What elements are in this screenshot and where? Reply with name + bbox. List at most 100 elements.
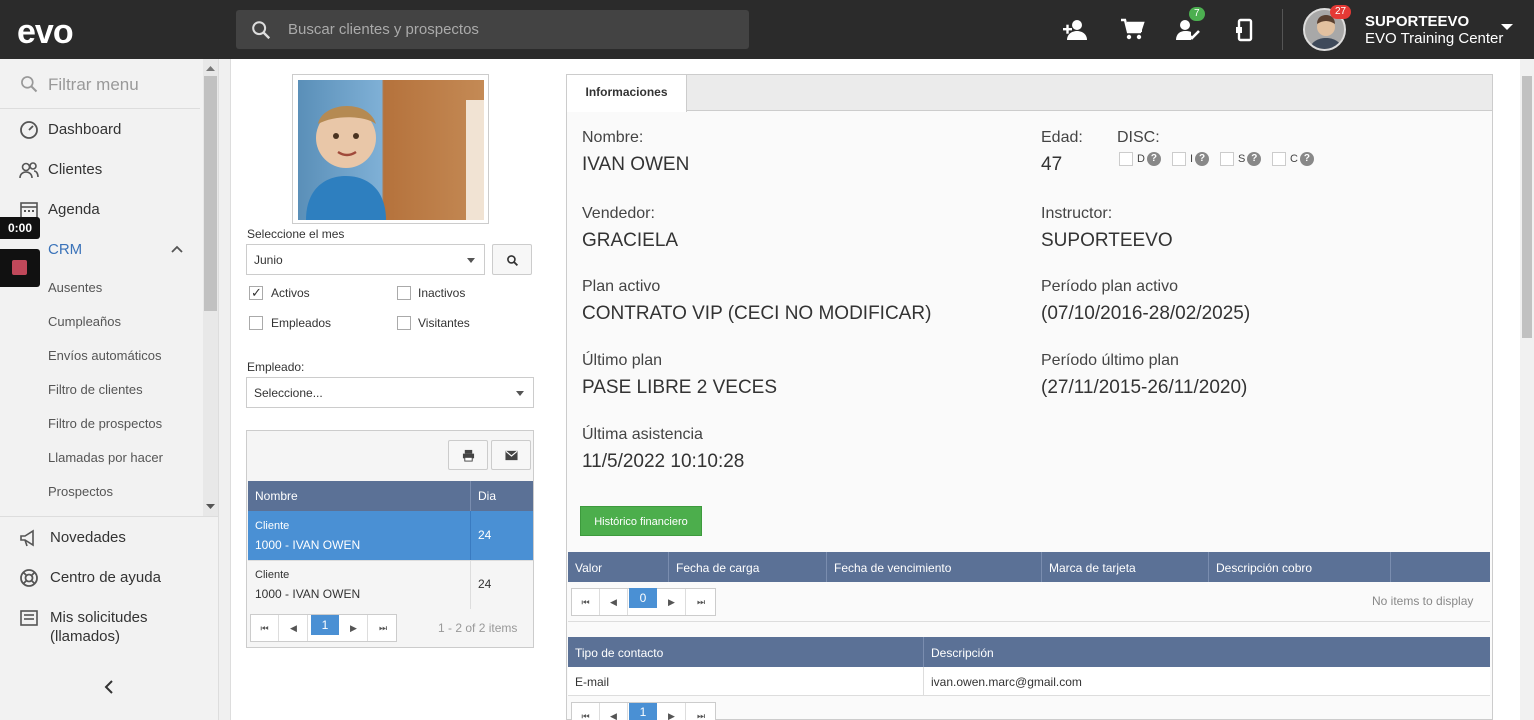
table-row[interactable]: Cliente 1000 - IVAN OWEN 24 bbox=[248, 511, 533, 560]
row-day: 24 bbox=[478, 528, 492, 542]
next-page-icon[interactable]: ▶ bbox=[340, 615, 368, 641]
first-page-icon[interactable]: ⏮ bbox=[251, 615, 279, 641]
stop-recording-button[interactable] bbox=[0, 249, 40, 287]
chevron-down-icon[interactable] bbox=[1501, 24, 1513, 30]
table-row[interactable]: E-mail ivan.owen.marc@gmail.com bbox=[568, 667, 1490, 696]
col-fecha-carga[interactable]: Fecha de carga bbox=[676, 561, 759, 575]
menu-filter[interactable]: Filtrar menu bbox=[0, 59, 200, 109]
cart-icon[interactable] bbox=[1119, 17, 1145, 43]
col-tipo-contacto[interactable]: Tipo de contacto bbox=[575, 646, 663, 660]
user-company[interactable]: EVO Training Center bbox=[1365, 30, 1503, 47]
contact-table-header: Tipo de contacto Descripción bbox=[568, 637, 1490, 667]
sidebar-item-label: Centro de ayuda bbox=[50, 569, 161, 586]
crm-sub-cumpleanos[interactable]: Cumpleaños bbox=[48, 314, 121, 329]
help-icon[interactable]: ? bbox=[1299, 152, 1314, 166]
sidebar-item-clientes[interactable]: Clientes bbox=[0, 150, 203, 190]
crm-sub-ausentes[interactable]: Ausentes bbox=[48, 280, 102, 295]
historico-financiero-button[interactable]: Histórico financiero bbox=[580, 506, 702, 536]
nombre-value: IVAN OWEN bbox=[582, 154, 690, 175]
crm-sub-filtro-prospectos[interactable]: Filtro de prospectos bbox=[48, 416, 162, 431]
activos-checkbox[interactable] bbox=[249, 285, 263, 301]
tab-informaciones[interactable]: Informaciones bbox=[567, 75, 687, 112]
prev-page-icon[interactable]: ◀ bbox=[600, 703, 628, 720]
empleados-checkbox[interactable] bbox=[249, 316, 263, 330]
plan-label: Plan activo bbox=[582, 278, 661, 295]
avatar-badge: 27 bbox=[1330, 5, 1352, 19]
inactivos-checkbox[interactable] bbox=[397, 286, 411, 300]
page-scroll-thumb[interactable] bbox=[1522, 76, 1532, 338]
col-nombre[interactable]: Nombre bbox=[255, 489, 298, 503]
disc-d-checkbox[interactable] bbox=[1119, 152, 1133, 166]
search-input[interactable]: Buscar clientes y prospectos bbox=[288, 21, 479, 38]
search-month-button[interactable] bbox=[492, 244, 532, 275]
disc-c-checkbox[interactable] bbox=[1272, 152, 1286, 166]
tasks-badge: 7 bbox=[1189, 7, 1205, 21]
last-page-icon[interactable]: ⏭ bbox=[369, 615, 397, 641]
sidebar-scroll-thumb[interactable] bbox=[204, 76, 217, 311]
row-day: 24 bbox=[478, 577, 492, 591]
megaphone-icon bbox=[20, 529, 34, 547]
crm-sub-llamadas[interactable]: Llamadas por hacer bbox=[48, 450, 163, 465]
collapse-sidebar-icon[interactable] bbox=[104, 680, 114, 694]
divider bbox=[826, 552, 827, 582]
empleado-value: Seleccione... bbox=[254, 386, 323, 400]
visitantes-checkbox[interactable] bbox=[397, 316, 411, 330]
disc-s[interactable]: S? bbox=[1220, 152, 1262, 166]
device-icon[interactable] bbox=[1232, 17, 1258, 43]
dashboard-icon bbox=[20, 121, 38, 139]
evo-logo[interactable]: evo bbox=[17, 13, 74, 52]
add-person-icon[interactable] bbox=[1062, 17, 1088, 43]
print-button[interactable] bbox=[448, 440, 488, 470]
last-page-icon[interactable]: ⏭ bbox=[687, 589, 715, 615]
prev-page-icon[interactable]: ◀ bbox=[600, 589, 628, 615]
current-page[interactable]: 1 bbox=[629, 703, 657, 720]
divider bbox=[923, 667, 924, 696]
next-page-icon[interactable]: ▶ bbox=[658, 703, 686, 720]
search-box[interactable]: Buscar clientes y prospectos bbox=[236, 10, 749, 49]
disc-i-checkbox[interactable] bbox=[1172, 152, 1186, 166]
disc-d[interactable]: D? bbox=[1119, 152, 1161, 166]
disc-s-checkbox[interactable] bbox=[1220, 152, 1234, 166]
sidebar-item-solicitudes[interactable]: Mis solicitudes (llamados) bbox=[0, 598, 218, 648]
last-page-icon[interactable]: ⏭ bbox=[687, 703, 715, 720]
chevron-up-icon[interactable] bbox=[171, 245, 183, 253]
sidebar-item-label: Dashboard bbox=[48, 121, 122, 138]
periodo-label: Período plan activo bbox=[1041, 278, 1178, 295]
photo-subject bbox=[306, 100, 484, 220]
user-name[interactable]: SUPORTEEVO bbox=[1365, 13, 1469, 30]
scroll-up-icon[interactable] bbox=[206, 65, 215, 71]
col-valor[interactable]: Valor bbox=[575, 561, 602, 575]
first-page-icon[interactable]: ⏮ bbox=[572, 703, 600, 720]
disc-c[interactable]: C? bbox=[1272, 152, 1314, 166]
instructor-value: SUPORTEEVO bbox=[1041, 230, 1173, 251]
divider bbox=[470, 481, 471, 511]
col-marca-tarjeta[interactable]: Marca de tarjeta bbox=[1049, 561, 1136, 575]
current-page[interactable]: 0 bbox=[629, 588, 657, 608]
sidebar-item-ayuda[interactable]: Centro de ayuda bbox=[0, 558, 218, 598]
col-descripcion[interactable]: Descripción bbox=[931, 646, 994, 660]
scroll-down-icon[interactable] bbox=[206, 504, 215, 510]
crm-sub-prospectos[interactable]: Prospectos bbox=[48, 484, 113, 499]
email-button[interactable] bbox=[491, 440, 531, 470]
disc-i[interactable]: I? bbox=[1172, 152, 1210, 166]
sidebar-item-novedades[interactable]: Novedades bbox=[0, 518, 218, 558]
help-icon[interactable]: ? bbox=[1195, 152, 1210, 166]
month-value: Junio bbox=[254, 253, 283, 267]
table-row[interactable]: Cliente 1000 - IVAN OWEN 24 bbox=[248, 560, 533, 609]
crm-sub-envios[interactable]: Envíos automáticos bbox=[48, 348, 161, 363]
next-page-icon[interactable]: ▶ bbox=[658, 589, 686, 615]
crm-sub-filtro-clientes[interactable]: Filtro de clientes bbox=[48, 382, 143, 397]
empleado-select[interactable]: Seleccione... bbox=[246, 377, 534, 408]
prev-page-icon[interactable]: ◀ bbox=[280, 615, 308, 641]
col-fecha-vencimiento[interactable]: Fecha de vencimiento bbox=[834, 561, 951, 575]
help-icon[interactable]: ? bbox=[1247, 152, 1262, 166]
filter-menu-input[interactable]: Filtrar menu bbox=[48, 75, 139, 95]
help-icon[interactable]: ? bbox=[1146, 152, 1161, 166]
sidebar-item-dashboard[interactable]: Dashboard bbox=[0, 110, 203, 150]
current-page[interactable]: 1 bbox=[311, 615, 339, 635]
dropdown-arrow-icon bbox=[516, 391, 524, 396]
col-dia[interactable]: Dia bbox=[478, 489, 496, 503]
col-descripcion-cobro[interactable]: Descripción cobro bbox=[1216, 561, 1312, 575]
first-page-icon[interactable]: ⏮ bbox=[572, 589, 600, 615]
month-select[interactable]: Junio bbox=[246, 244, 485, 275]
